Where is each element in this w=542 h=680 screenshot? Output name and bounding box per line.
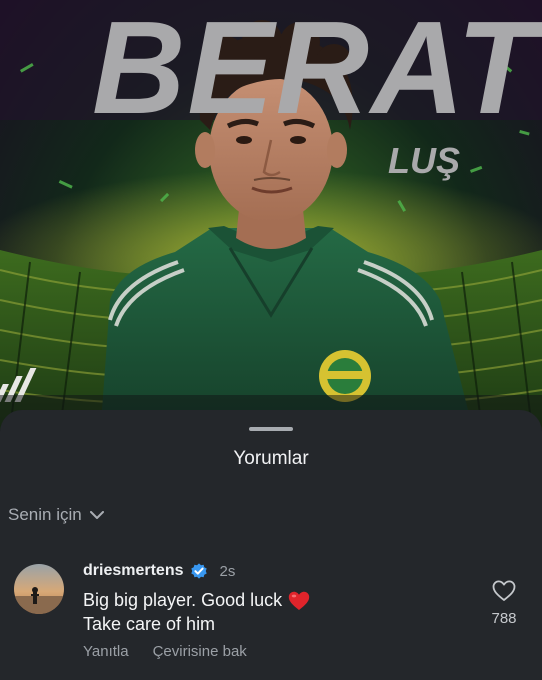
- comment-timestamp: 2s: [219, 562, 236, 580]
- red-heart-emoji-icon: [288, 591, 310, 610]
- verified-badge-icon: [190, 563, 207, 579]
- comment-header: driesmertens 2s: [83, 562, 235, 580]
- like-count: 788: [491, 610, 517, 627]
- filter-label: Senin için: [8, 505, 82, 524]
- chevron-down-icon: [89, 510, 104, 519]
- avatar[interactable]: [14, 564, 64, 614]
- comment-text-line-2: Take care of him: [83, 614, 216, 634]
- like-control: 788: [488, 580, 520, 627]
- comment-text: Big big player. Good luck: [83, 590, 283, 610]
- comment-actions: Yanıtla Çevirisine bak: [83, 643, 247, 660]
- comment-text-line-1: Big big player. Good luck: [83, 590, 310, 611]
- comment-username[interactable]: driesmertens: [83, 562, 184, 580]
- poster-name-small: LUŞ: [388, 140, 460, 181]
- avatar-image: [14, 564, 64, 614]
- poster-name-big: BERAT: [92, 0, 538, 141]
- reply-button[interactable]: Yanıtla: [83, 643, 129, 660]
- see-translation-button[interactable]: Çevirisine bak: [153, 643, 247, 660]
- screen: BERAT LUŞ Yorumlar Senin için driesmerte…: [0, 0, 542, 680]
- sheet-title: Yorumlar: [233, 448, 309, 469]
- drag-handle[interactable]: [249, 427, 293, 431]
- heart-icon[interactable]: [492, 580, 516, 602]
- post-image: BERAT LUŞ: [0, 0, 542, 430]
- comments-sheet: Yorumlar Senin için driesmertens 2s Big …: [0, 410, 542, 680]
- comment-filter-dropdown[interactable]: Senin için: [8, 505, 104, 525]
